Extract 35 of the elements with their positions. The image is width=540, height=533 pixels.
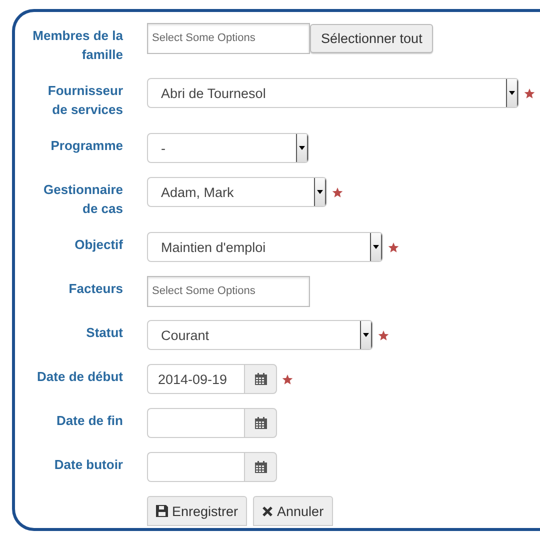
date-field[interactable] — [147, 408, 244, 438]
save-button[interactable]: Enregistrer — [147, 496, 248, 526]
dropdown-field[interactable]: Courant — [147, 320, 373, 350]
select-all-button[interactable]: Sélectionner tout — [310, 24, 434, 52]
calendar-icon — [254, 461, 266, 473]
caret-icon — [373, 245, 379, 249]
calendar-icon — [254, 417, 266, 429]
cancel-button[interactable]: Annuler — [253, 496, 333, 526]
field-label: Date de fin — [56, 412, 123, 430]
field-label: Membres de la famille — [32, 27, 123, 64]
calendar-button[interactable] — [244, 364, 277, 394]
calendar-icon — [254, 373, 266, 385]
field-label: Date butoir — [53, 456, 123, 474]
date-field[interactable]: 2014-09-19 — [147, 364, 244, 394]
calendar-button[interactable] — [244, 452, 277, 482]
caret-icon — [299, 146, 305, 150]
multiselect-field[interactable]: Select Some Options — [147, 22, 310, 54]
caret-icon — [509, 91, 515, 95]
caret-icon — [363, 333, 369, 337]
dropdown-field[interactable]: Abri de Tournesol — [147, 78, 519, 108]
caret-icon — [317, 190, 323, 194]
field-label: Gestionnaire de cas — [42, 181, 123, 218]
dropdown-field[interactable]: - — [147, 133, 309, 163]
close-icon — [262, 506, 274, 516]
dropdown-field[interactable]: Adam, Mark — [147, 177, 327, 207]
field-label: Fournisseur de services — [46, 82, 123, 119]
field-label: Facteurs — [68, 280, 123, 298]
field-label: Objectif — [74, 236, 123, 254]
field-label: Statut — [85, 324, 123, 342]
dropdown-field[interactable]: Maintien d'emploi — [147, 232, 383, 262]
multiselect-field[interactable]: Select Some Options — [147, 276, 310, 306]
field-label: Programme — [50, 137, 123, 155]
field-label: Date de début — [36, 368, 123, 386]
date-field[interactable] — [147, 452, 244, 482]
calendar-button[interactable] — [244, 408, 277, 438]
